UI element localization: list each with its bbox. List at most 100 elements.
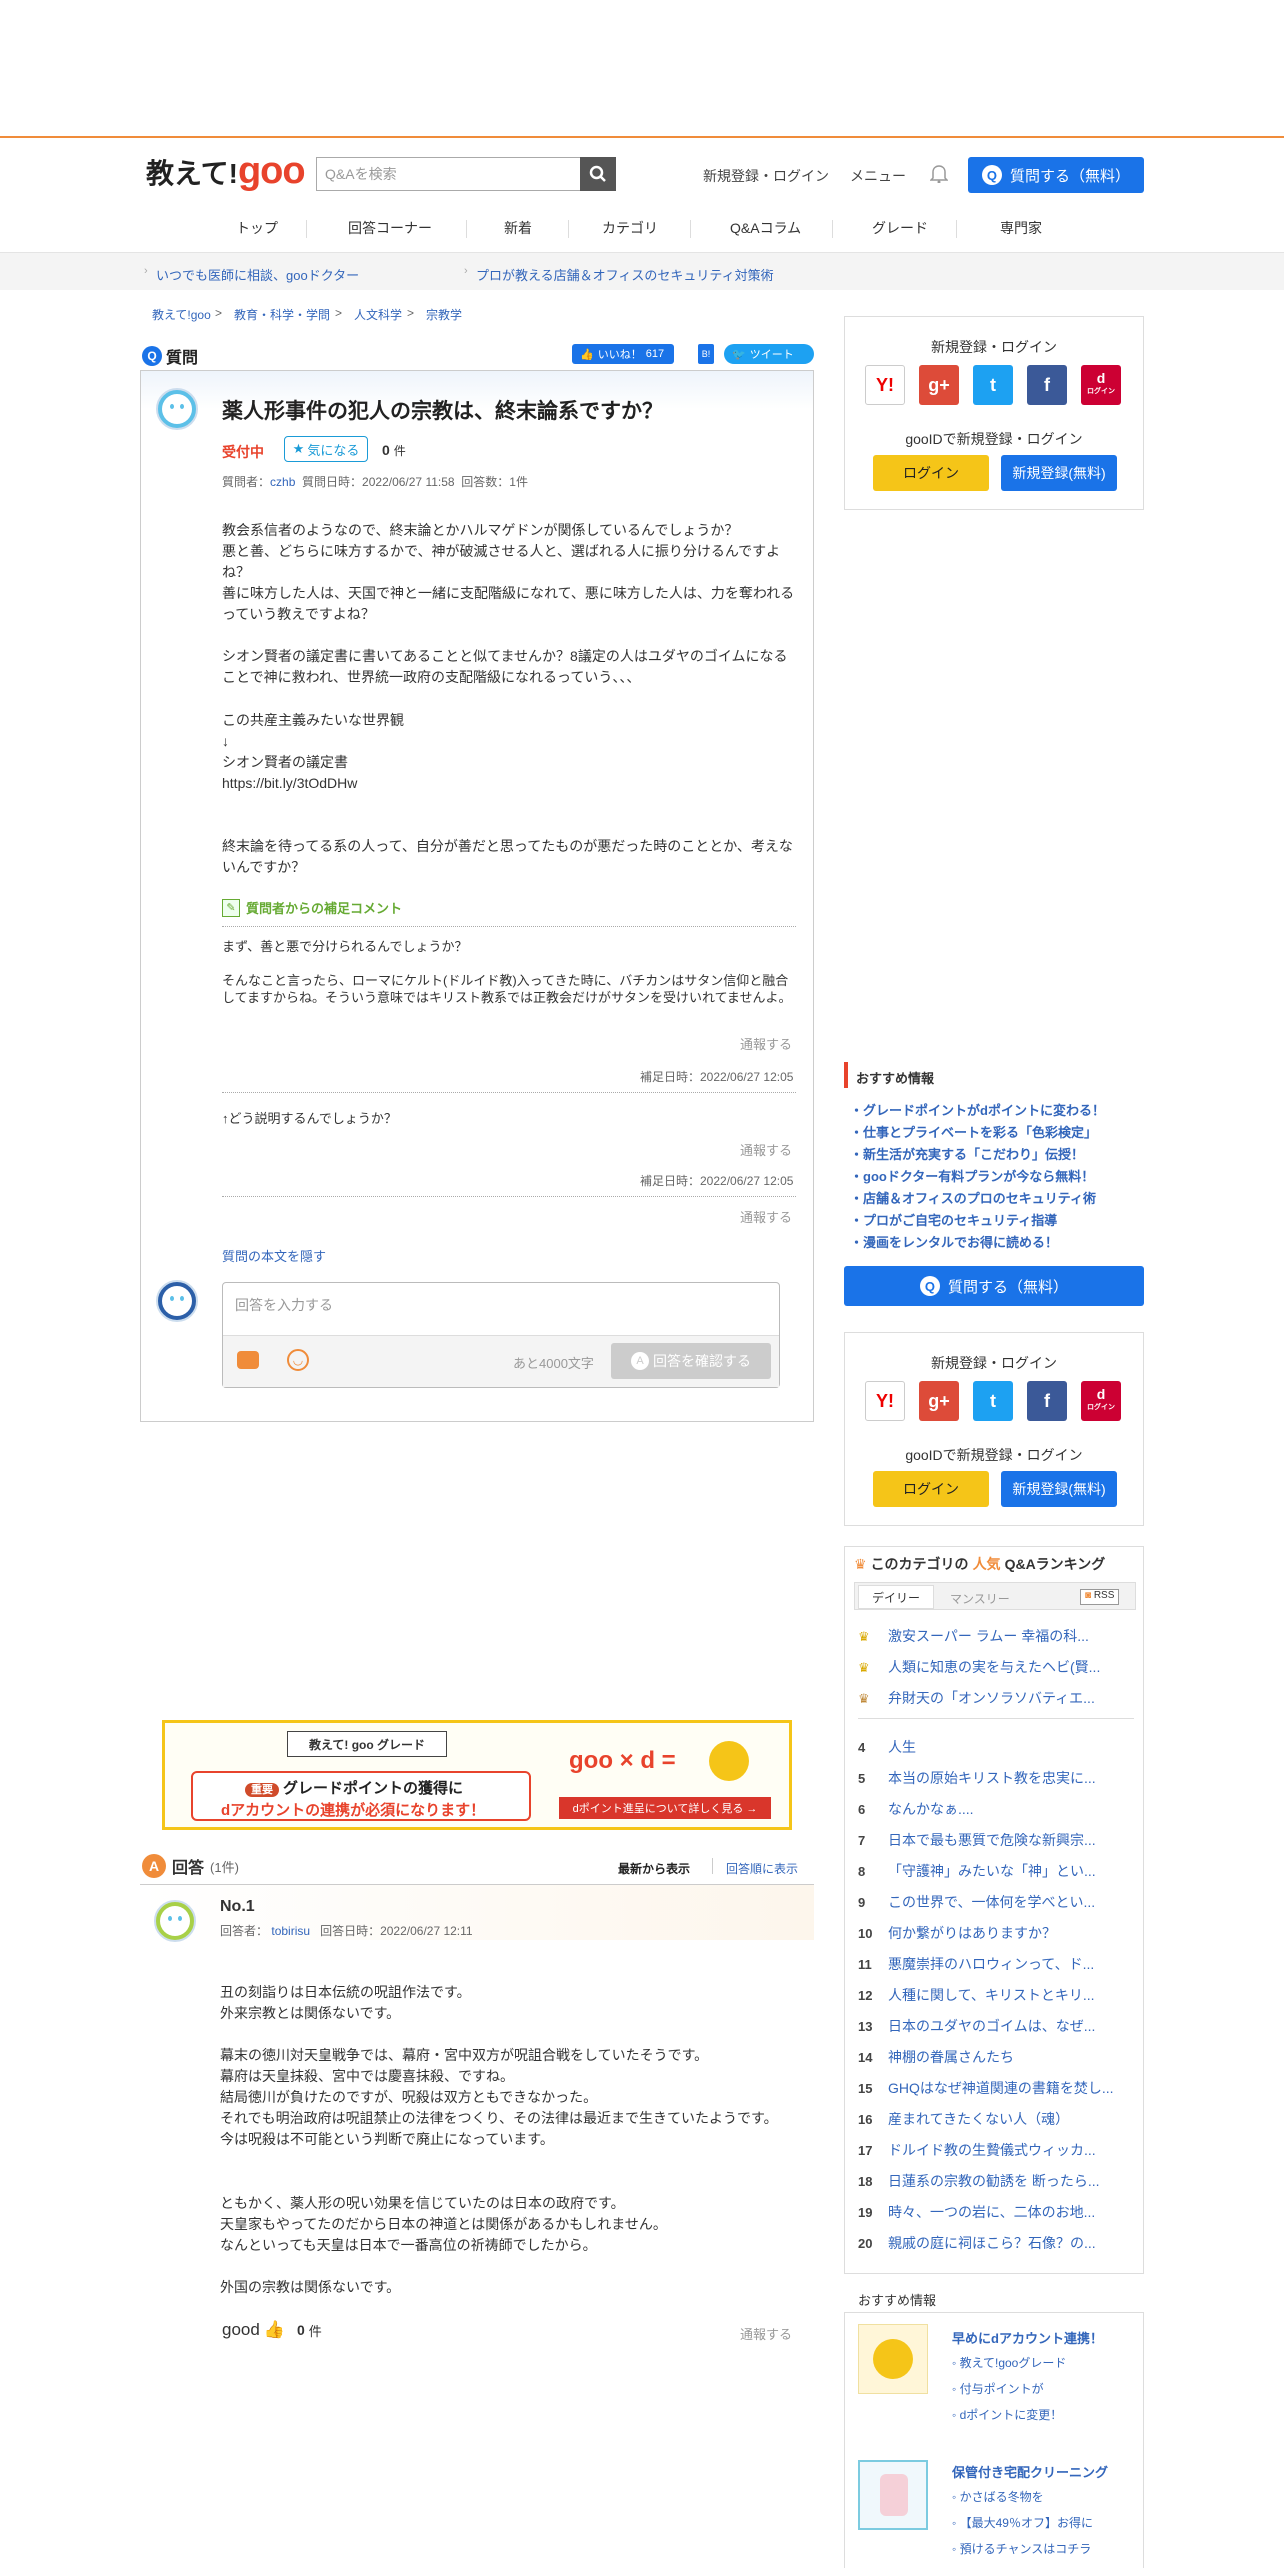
breadcrumb-item[interactable]: 宗教学 xyxy=(426,306,462,323)
ranking-item[interactable]: 16 産まれてきたくない人（魂） xyxy=(858,2109,1069,2129)
ranking-item[interactable]: 12 人種に関して、キリストとキリ... xyxy=(858,1985,1095,2005)
recommend-2a-item[interactable]: ◦ 教えて!gooグレード xyxy=(952,2354,1066,2371)
recommend-item[interactable]: ・新生活が充実する「こだわり」伝授！ xyxy=(850,1144,1084,1163)
register-button[interactable]: 新規登録(無料) xyxy=(1001,455,1117,491)
google-plus-icon[interactable]: g+ xyxy=(919,365,959,405)
recommend-2b-item[interactable]: ◦ かさばる冬物を xyxy=(952,2488,1044,2505)
login-button[interactable]: ログイン xyxy=(873,1471,989,1507)
breadcrumb-item[interactable]: 人文科学 xyxy=(354,306,402,323)
hide-body-link[interactable]: 質問の本文を隠す xyxy=(222,1246,326,1265)
breadcrumb-item[interactable]: 教育・科学・学問 xyxy=(234,306,330,323)
recommend-item[interactable]: ・グレードポイントがdポイントに変わる！ xyxy=(850,1100,1105,1119)
ranking-item[interactable]: 9 この世界で、一体何を学べとい... xyxy=(858,1892,1095,1912)
recommend-2b-item[interactable]: ◦ 【最大49％オフ】お得に xyxy=(952,2514,1093,2531)
tab-daily[interactable]: デイリー xyxy=(858,1585,934,1609)
sort-newest[interactable]: 最新から表示 xyxy=(618,1860,690,1877)
nav-top[interactable]: トップ xyxy=(236,218,278,238)
nav-answer-corner[interactable]: 回答コーナー xyxy=(348,218,432,238)
report-link[interactable]: 通報する xyxy=(740,1034,792,1053)
ranking-item[interactable]: 6 なんかなぁ.... xyxy=(858,1799,974,1819)
ranking-item[interactable]: 20 親戚の庭に祠ほこら？石像？の... xyxy=(858,2233,1096,2253)
ranking-item[interactable]: 10 何か繋がりはありますか？ xyxy=(858,1923,1056,1943)
search-button[interactable] xyxy=(580,157,616,191)
twitter-icon[interactable]: t xyxy=(973,1381,1013,1421)
docomo-icon[interactable]: d ログイン xyxy=(1081,365,1121,405)
google-plus-icon[interactable]: g+ xyxy=(919,1381,959,1421)
nav-grade[interactable]: グレード xyxy=(872,218,928,238)
tab-monthly[interactable]: マンスリー xyxy=(950,1590,1010,1607)
question-body-link[interactable]: https://bit.ly/3tOdDHw xyxy=(222,773,357,794)
search-input[interactable]: Q&Aを検索 xyxy=(316,157,580,191)
ranking-item[interactable]: 17 ドルイド教の生贄儀式ウィッカ... xyxy=(858,2140,1096,2160)
recommend-item[interactable]: ・プロがご自宅のセキュリティ指導 xyxy=(850,1210,1057,1229)
grade-detail-button[interactable]: dポイント進呈について詳しく見る → xyxy=(559,1797,771,1819)
nav-column[interactable]: Q&Aコラム xyxy=(730,218,801,238)
twitter-icon[interactable]: t xyxy=(973,365,1013,405)
bell-icon[interactable] xyxy=(929,163,949,186)
cleaning-image[interactable] xyxy=(858,2460,928,2530)
sidebar-login-box-2: 新規登録・ログイン Y! g+ t f d ログイン gooIDで新規登録・ログイ… xyxy=(844,1332,1144,1526)
d-point-coin-image[interactable] xyxy=(858,2324,928,2394)
goo-logo[interactable]: 教えて!goo xyxy=(146,150,306,193)
menu-link[interactable]: メニュー xyxy=(850,166,906,186)
report-link[interactable]: 通報する xyxy=(740,1207,792,1226)
ranking-item[interactable]: 8 「守護神」みたいな「神」とい... xyxy=(858,1861,1096,1881)
recommend-2a-item[interactable]: ◦ dポイントに変更！ xyxy=(952,2406,1062,2423)
answer-input[interactable]: 回答を入力する xyxy=(235,1295,333,1315)
ranking-item[interactable]: 19 時々、一つの岩に、二体のお地... xyxy=(858,2202,1095,2222)
recommend-item[interactable]: ・店舗＆オフィスのプロのセキュリティ術 xyxy=(850,1188,1096,1207)
promo-link-doctor[interactable]: いつでも医師に相談、gooドクター xyxy=(156,265,359,284)
login-button[interactable]: ログイン xyxy=(873,455,989,491)
report-link[interactable]: 通報する xyxy=(740,1140,792,1159)
ranking-item[interactable]: ♛ 弁財天の「オンソラソバティエ... xyxy=(858,1688,1095,1708)
ranking-item[interactable]: 18 日蓮系の宗教の勧誘を 断ったら... xyxy=(858,2171,1100,2191)
report-link[interactable]: 通報する xyxy=(740,2324,792,2343)
sidebar-ask-button[interactable]: Q 質問する（無料） xyxy=(844,1266,1144,1306)
ranking-item[interactable]: 13 日本のユダヤのゴイムは、なぜ... xyxy=(858,2016,1095,2036)
ranking-item[interactable]: 14 神棚の眷属さんたち xyxy=(858,2047,1014,2067)
rss-button[interactable]: ◙ RSS xyxy=(1080,1589,1120,1605)
ranking-item[interactable]: 11 悪魔崇拝のハロウィンって、ド... xyxy=(858,1954,1094,1974)
register-button[interactable]: 新規登録(無料) xyxy=(1001,1471,1117,1507)
login-link[interactable]: 新規登録・ログイン xyxy=(703,166,829,186)
nav-category[interactable]: カテゴリ xyxy=(602,218,658,238)
camera-icon[interactable] xyxy=(237,1351,259,1369)
ranking-item[interactable]: 4 人生 xyxy=(858,1737,916,1757)
ranking-item[interactable]: ♛ 人類に知恵の実を与えたヘビ(賢... xyxy=(858,1657,1100,1677)
answerer-link[interactable]: tobirisu xyxy=(271,1924,310,1938)
promo-link-security[interactable]: プロが教える店舗＆オフィスのセキュリティ対策術 xyxy=(476,265,774,284)
sort-oldest[interactable]: 回答順に表示 xyxy=(726,1860,798,1877)
ask-question-button[interactable]: Q 質問する（無料） xyxy=(968,157,1144,193)
grade-banner[interactable]: 教えて! goo グレード 重要 グレードポイントの獲得に dアカウントの連携が必… xyxy=(162,1720,792,1830)
breadcrumb-item[interactable]: 教えて!goo xyxy=(152,306,211,323)
ranking-item[interactable]: 15 GHQはなぜ神道関連の書籍を焚し... xyxy=(858,2078,1114,2098)
asker-avatar[interactable] xyxy=(156,388,198,430)
emoji-icon[interactable]: ◡ xyxy=(287,1349,309,1371)
bookmark-icon[interactable]: B! xyxy=(698,344,714,364)
confirm-answer-button[interactable]: A 回答を確認する xyxy=(611,1343,771,1379)
recommend-2a-item[interactable]: ◦ 付与ポイントが xyxy=(952,2380,1044,2397)
docomo-icon[interactable]: d ログイン xyxy=(1081,1381,1121,1421)
ranking-item[interactable]: ♛ 激安スーパー ラムー 幸福の科... xyxy=(858,1626,1089,1646)
recommend-item[interactable]: ・gooドクター有料プランが今なら無料！ xyxy=(850,1166,1094,1185)
asker-link[interactable]: czhb xyxy=(270,475,295,489)
recommend-item[interactable]: ・漫画をレンタルでお得に読める！ xyxy=(850,1232,1058,1251)
recommend-2a-title[interactable]: 早めにdアカウント連携！ xyxy=(952,2328,1103,2347)
ranking-item[interactable]: 5 本当の原始キリスト教を忠実に... xyxy=(858,1768,1096,1788)
answerer-avatar[interactable] xyxy=(154,1900,196,1942)
tweet-button[interactable]: 🐦 ツイート xyxy=(724,344,814,364)
good-button[interactable]: good 👍 0 件 xyxy=(222,2320,322,2340)
recommend-2b-item[interactable]: ◦ 預けるチャンスはコチラ xyxy=(952,2540,1091,2557)
nav-new[interactable]: 新着 xyxy=(504,218,532,238)
yahoo-icon[interactable]: Y! xyxy=(865,365,905,405)
watch-button[interactable]: ★ 気になる xyxy=(284,436,368,462)
recommend-item[interactable]: ・仕事とプライベートを彩る「色彩検定」 xyxy=(850,1122,1097,1141)
ranking-item[interactable]: 7 日本で最も悪質で危険な新興宗... xyxy=(858,1830,1096,1850)
recommend-2b-title[interactable]: 保管付き宅配クリーニング xyxy=(952,2462,1108,2481)
facebook-icon[interactable]: f xyxy=(1027,365,1067,405)
question-heading: Q 質問 xyxy=(142,344,198,368)
facebook-icon[interactable]: f xyxy=(1027,1381,1067,1421)
like-button[interactable]: 👍 いいね！ 617 xyxy=(572,344,674,364)
yahoo-icon[interactable]: Y! xyxy=(865,1381,905,1421)
nav-expert[interactable]: 専門家 xyxy=(1000,218,1042,238)
